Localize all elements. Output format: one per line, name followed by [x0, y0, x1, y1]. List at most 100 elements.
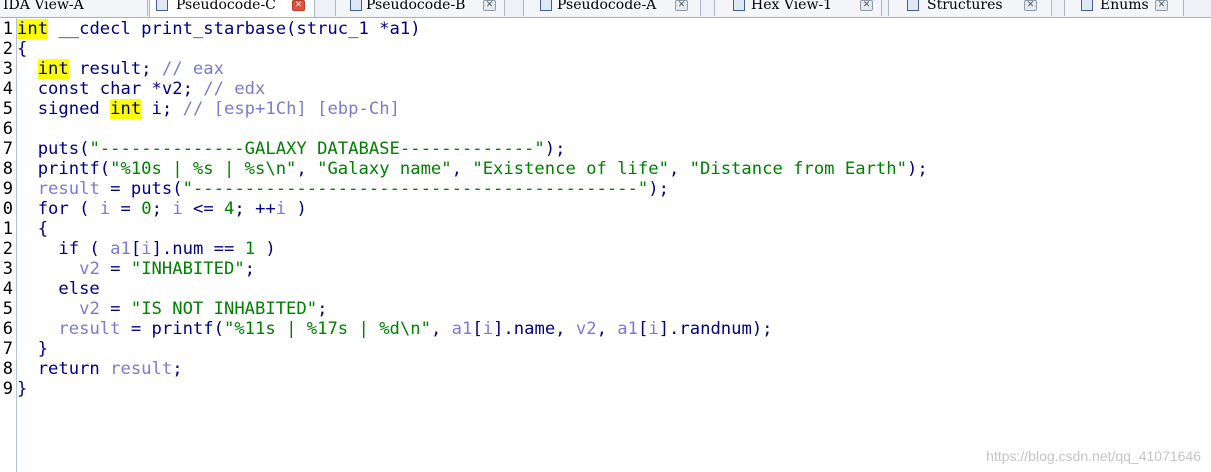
code-token[interactable]: result;	[69, 59, 162, 79]
code-token[interactable]: a1	[452, 319, 473, 339]
code-line[interactable]: printf("%10s | %s | %s\n", "Galaxy name"…	[17, 159, 928, 179]
tab-pseudocode-c[interactable]: Pseudocode-C ✕	[149, 0, 315, 17]
code-token[interactable]: a1	[110, 239, 131, 259]
code-token[interactable]: "Distance from Earth"	[690, 159, 907, 179]
code-token[interactable]: result	[58, 319, 120, 339]
code-token[interactable]: "INHABITED"	[131, 259, 245, 279]
close-icon[interactable]: ✕	[675, 0, 688, 11]
code-token[interactable]: ,	[597, 319, 618, 339]
code-token[interactable]: ;	[317, 299, 327, 319]
code-token[interactable]	[17, 299, 79, 319]
code-token[interactable]: i	[100, 199, 110, 219]
code-token[interactable]: result	[110, 359, 172, 379]
code-token[interactable]: 1	[245, 239, 255, 259]
close-icon[interactable]: ✕	[292, 0, 305, 11]
tab-structures[interactable]: Structures ✕	[888, 0, 1052, 16]
code-token[interactable]: )	[255, 239, 275, 259]
code-token[interactable]: a1	[617, 319, 638, 339]
code-token[interactable]: i	[276, 199, 286, 219]
code-token[interactable]: <=	[183, 199, 224, 219]
code-token[interactable]: [	[638, 319, 648, 339]
code-token[interactable]: // [esp+1Ch] [ebp-Ch]	[183, 99, 400, 119]
highlighted-keyword[interactable]: int	[110, 99, 142, 119]
code-token[interactable]: =	[100, 259, 131, 279]
code-line[interactable]: const char *v2; // edx	[17, 79, 266, 99]
code-line[interactable]: result = puts("-------------------------…	[17, 179, 669, 199]
code-token[interactable]	[17, 319, 58, 339]
code-line[interactable]: int __cdecl print_starbase(struc_1 *a1)	[17, 19, 421, 39]
code-line[interactable]: else	[17, 279, 99, 299]
code-token[interactable]: // edx	[203, 79, 265, 99]
code-token[interactable]: )	[286, 199, 307, 219]
tab-pseudocode-a[interactable]: Pseudocode-A ✕	[523, 0, 701, 16]
code-token[interactable]: ; ++	[234, 199, 275, 219]
code-token[interactable]: return	[17, 359, 110, 379]
code-token[interactable]: =	[110, 199, 141, 219]
code-token[interactable]: if (	[17, 239, 110, 259]
code-token[interactable]: ].num ==	[152, 239, 245, 259]
code-token[interactable]: ;	[172, 359, 182, 379]
tab-pseudocode-b[interactable]: Pseudocode-B ✕	[335, 0, 505, 16]
highlighted-keyword[interactable]: int	[17, 19, 49, 39]
code-token[interactable]: }	[17, 339, 48, 359]
code-token[interactable]: ].name,	[493, 319, 576, 339]
code-token[interactable]: =	[100, 299, 131, 319]
code-line[interactable]: signed int i; // [esp+1Ch] [ebp-Ch]	[17, 99, 400, 119]
code-line[interactable]: v2 = "IS NOT INHABITED";	[17, 299, 327, 319]
code-token[interactable]: "---------------------------------------…	[183, 179, 649, 199]
pseudocode-view[interactable]: int __cdecl print_starbase(struc_1 *a1){…	[17, 18, 1211, 472]
code-token[interactable]: // eax	[162, 59, 224, 79]
code-token[interactable]: "%11s | %17s | %d\n"	[224, 319, 431, 339]
code-line[interactable]: {	[17, 219, 48, 239]
code-token[interactable]: i	[648, 319, 658, 339]
code-token[interactable]	[17, 259, 79, 279]
code-token[interactable]: = puts(	[100, 179, 182, 199]
code-token[interactable]: ;	[152, 199, 173, 219]
code-line[interactable]: puts("--------------GALAXY DATABASE-----…	[17, 139, 566, 159]
code-line[interactable]: result = printf("%11s | %17s | %d\n", a1…	[17, 319, 772, 339]
code-token[interactable]	[17, 179, 38, 199]
code-token[interactable]: );	[907, 159, 928, 179]
code-token[interactable]: {	[17, 219, 48, 239]
code-token[interactable]: ,	[431, 319, 452, 339]
tab-enums[interactable]: Enums ✕	[1064, 0, 1184, 16]
code-token[interactable]: i;	[141, 99, 182, 119]
code-token[interactable]: 0	[141, 199, 151, 219]
code-line[interactable]: }	[17, 339, 48, 359]
code-line[interactable]: int result; // eax	[17, 59, 224, 79]
tab-ida-view-a[interactable]: IDA View-A	[0, 0, 148, 16]
code-token[interactable]	[17, 59, 38, 79]
code-token[interactable]: __cdecl print_starbase(struc_1 *a1)	[48, 19, 420, 39]
code-token[interactable]: else	[17, 279, 99, 299]
code-line[interactable]: if ( a1[i].num == 1 )	[17, 239, 275, 259]
code-token[interactable]: ,	[669, 159, 690, 179]
code-line[interactable]: {	[17, 39, 27, 59]
code-token[interactable]: ;	[245, 259, 255, 279]
highlighted-keyword[interactable]: int	[37, 59, 69, 79]
code-token[interactable]: "--------------GALAXY DATABASE----------…	[89, 139, 544, 159]
code-token[interactable]: signed	[17, 99, 110, 119]
code-line[interactable]: for ( i = 0; i <= 4; ++i )	[17, 199, 307, 219]
code-line[interactable]: }	[17, 379, 27, 399]
code-token[interactable]: "%10s | %s | %s\n"	[110, 159, 296, 179]
code-token[interactable]: v2	[576, 319, 597, 339]
close-icon[interactable]: ✕	[860, 0, 873, 11]
close-icon[interactable]: ✕	[483, 0, 496, 11]
code-token[interactable]: const char *v2;	[17, 79, 203, 99]
code-line[interactable]: return result;	[17, 359, 183, 379]
tab-hex-view-1[interactable]: Hex View-1 ✕	[714, 0, 882, 16]
code-token[interactable]: printf(	[17, 159, 110, 179]
code-token[interactable]: puts(	[17, 139, 90, 159]
code-token[interactable]: v2	[79, 259, 100, 279]
close-icon[interactable]: ✕	[1155, 0, 1168, 11]
code-token[interactable]: [	[131, 239, 141, 259]
code-token[interactable]: = printf(	[121, 319, 224, 339]
code-token[interactable]: );	[545, 139, 566, 159]
code-token[interactable]: "Galaxy name"	[317, 159, 452, 179]
code-token[interactable]: "IS NOT INHABITED"	[131, 299, 317, 319]
close-icon[interactable]: ✕	[1024, 0, 1037, 11]
code-token[interactable]: 4	[224, 199, 234, 219]
code-token[interactable]: i	[172, 199, 182, 219]
code-token[interactable]: i	[483, 319, 493, 339]
code-token[interactable]: );	[648, 179, 669, 199]
